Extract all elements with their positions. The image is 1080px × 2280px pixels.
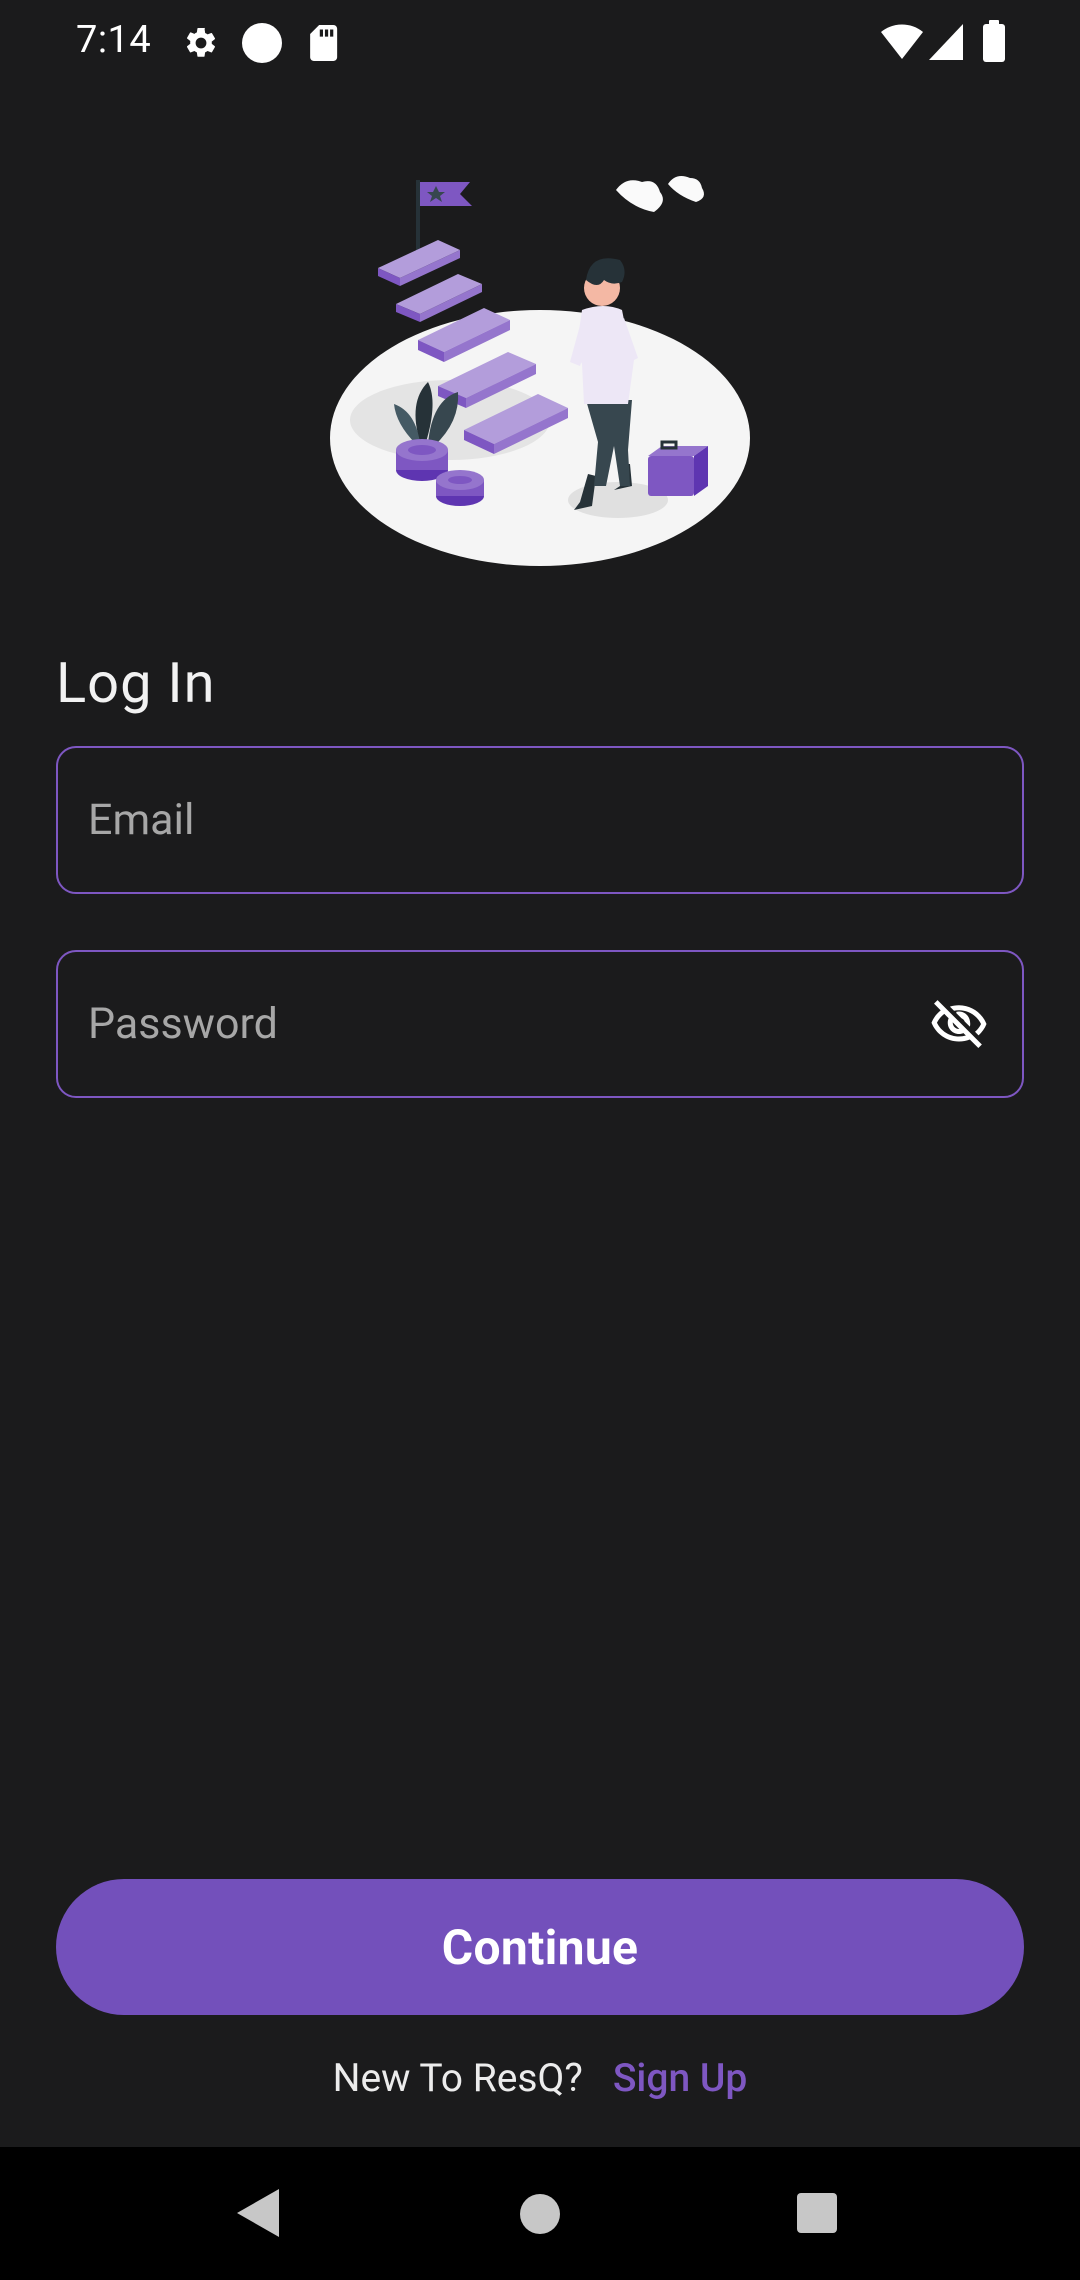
circle-notification-icon: [242, 23, 282, 63]
status-time: 7:14: [76, 18, 152, 62]
back-icon[interactable]: [237, 2189, 281, 2237]
password-input[interactable]: [88, 952, 948, 1096]
settings-icon: [186, 27, 216, 57]
login-screen: 7:14 Log In Email Continue New To ResQ? …: [0, 0, 1080, 2280]
battery-icon: [983, 20, 1005, 62]
cellular-signal-icon: [929, 24, 963, 60]
sd-card-icon: [310, 25, 338, 61]
navigation-bar: [0, 2147, 1080, 2280]
signup-prompt: New To ResQ?: [332, 2055, 583, 2101]
eye-off-icon[interactable]: [926, 994, 992, 1054]
recents-icon[interactable]: [797, 2193, 837, 2233]
email-input[interactable]: [88, 748, 948, 892]
wifi-icon: [881, 24, 923, 59]
signup-row: New To ResQ? Sign Up: [0, 2055, 1080, 2101]
continue-button[interactable]: Continue: [56, 1879, 1024, 2015]
home-icon[interactable]: [518, 2192, 562, 2236]
status-bar: 7:14: [0, 0, 1080, 86]
password-field-container: [56, 950, 1024, 1098]
email-field-container: [56, 746, 1024, 894]
career-steps-illustration: [330, 176, 750, 566]
page-title: Log In: [56, 650, 216, 716]
sign-up-link[interactable]: Sign Up: [613, 2055, 748, 2101]
